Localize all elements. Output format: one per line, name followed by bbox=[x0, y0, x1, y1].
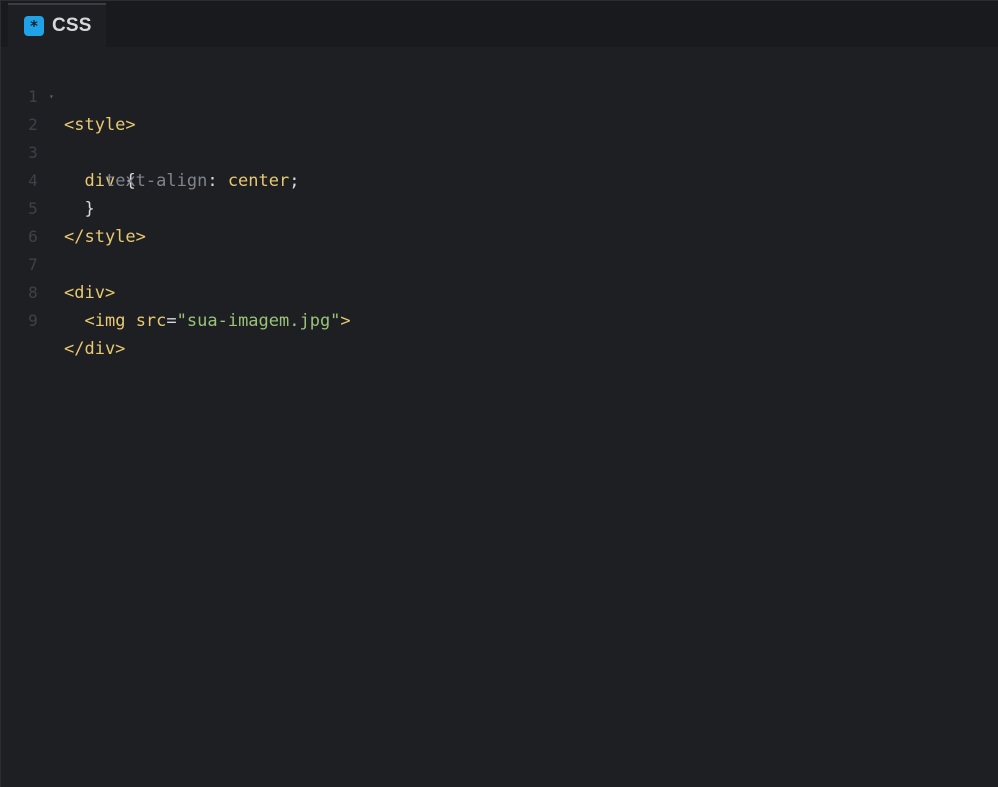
tab-bar: * CSS bbox=[1, 1, 998, 47]
token-div-close: </div> bbox=[64, 339, 126, 359]
token-string: "sua-imagem.jpg" bbox=[176, 311, 341, 331]
code-line: 9 </div> bbox=[1, 279, 998, 359]
code-line: 2 ▾ div { bbox=[1, 83, 998, 191]
line-content: </div> bbox=[64, 335, 125, 363]
token-img-tag: <img bbox=[84, 311, 126, 331]
code-line: 7 <div> bbox=[1, 223, 998, 303]
token-equals: = bbox=[166, 311, 177, 331]
code-editor-window: * CSS 1 <style> 2 ▾ div { 3 text-align: … bbox=[0, 0, 998, 787]
code-line: 3 text-align: center; bbox=[1, 111, 998, 191]
code-line: 5 </style> bbox=[1, 167, 998, 247]
code-line: 1 <style> bbox=[1, 55, 998, 135]
code-editor[interactable]: 1 <style> 2 ▾ div { 3 text-align: center… bbox=[1, 55, 998, 359]
line-content: <img src="sua-imagem.jpg"> bbox=[64, 307, 351, 335]
tab-label: CSS bbox=[52, 15, 92, 36]
css-file-icon: * bbox=[24, 16, 44, 36]
tab-css[interactable]: * CSS bbox=[8, 3, 106, 47]
code-line: 6 bbox=[1, 195, 998, 246]
fold-arrow-icon[interactable]: ▾ bbox=[49, 83, 54, 111]
token-tag-end: > bbox=[340, 311, 351, 331]
code-line: 8 <img src="sua-imagem.jpg"> bbox=[1, 251, 998, 331]
token-attribute: src bbox=[135, 311, 167, 331]
line-number: 9 bbox=[28, 311, 38, 330]
code-line: 4 } bbox=[1, 139, 998, 219]
